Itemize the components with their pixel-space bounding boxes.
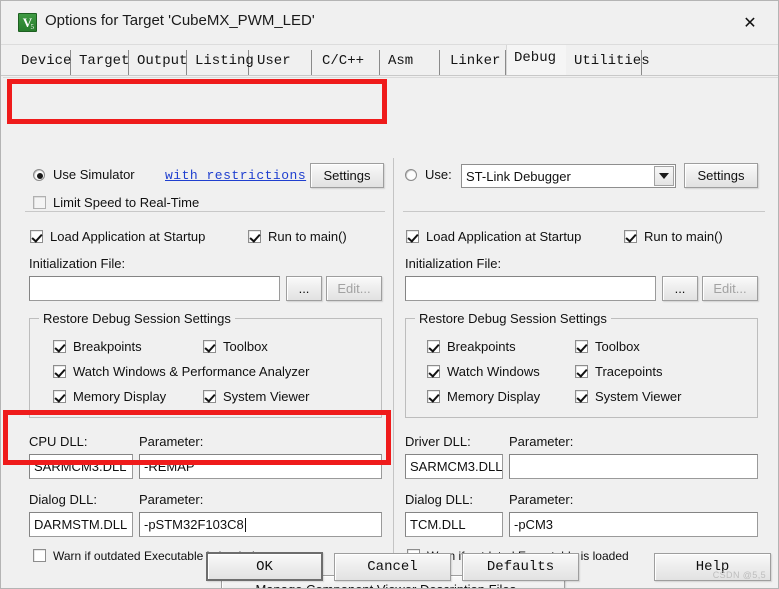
tab-c-cpp[interactable]: C/C++ [312, 50, 380, 75]
left-run-to-main-label: Run to main() [268, 229, 347, 244]
debug-tab-content: Use Simulator with restrictions Settings… [3, 77, 778, 588]
right-run-to-main-label: Run to main() [644, 229, 723, 244]
tab-debug[interactable]: Debug [506, 45, 566, 76]
cancel-button[interactable]: Cancel [334, 553, 451, 581]
limit-speed-checkbox[interactable] [33, 196, 46, 209]
right-toolbox-label: Toolbox [595, 339, 640, 354]
close-icon[interactable]: ✕ [728, 7, 772, 37]
tab-listing[interactable]: Listing [187, 50, 254, 75]
left-dialog-parameter-input[interactable]: -pSTM32F103C8 [139, 512, 382, 537]
tab-output[interactable]: Output [129, 50, 187, 75]
tab-utilities[interactable]: Utilities [566, 50, 650, 75]
right-dialog-parameter-label: Parameter: [509, 492, 574, 507]
tab-device[interactable]: Device [13, 50, 71, 75]
left-watch-windows-checkbox[interactable] [53, 365, 66, 378]
right-breakpoints-label: Breakpoints [447, 339, 516, 354]
left-dialog-parameter-label: Parameter: [139, 492, 204, 507]
use-debugger-radio[interactable] [405, 169, 417, 181]
right-edit-button[interactable]: Edit... [702, 276, 758, 301]
left-memory-display-label: Memory Display [73, 389, 167, 404]
driver-dll-label: Driver DLL: [405, 434, 471, 449]
right-run-to-main-checkbox[interactable] [624, 230, 637, 243]
right-tracepoints-checkbox[interactable] [575, 365, 588, 378]
right-watch-windows-checkbox[interactable] [427, 365, 440, 378]
title-bar: V 5 Options for Target 'CubeMX_PWM_LED' … [1, 1, 778, 45]
chevron-down-icon[interactable] [654, 166, 674, 186]
left-edit-button[interactable]: Edit... [326, 276, 382, 301]
right-system-viewer-checkbox[interactable] [575, 390, 588, 403]
left-breakpoints-label: Breakpoints [73, 339, 142, 354]
left-breakpoints-checkbox[interactable] [53, 340, 66, 353]
right-toolbox-checkbox[interactable] [575, 340, 588, 353]
right-initialization-file-input[interactable] [405, 276, 656, 301]
right-restore-group-title: Restore Debug Session Settings [415, 311, 611, 326]
left-dialog-dll-label: Dialog DLL: [29, 492, 97, 507]
uvision-app-icon: V 5 [18, 13, 37, 32]
left-load-application-checkbox[interactable] [30, 230, 43, 243]
left-warn-outdated-checkbox[interactable] [33, 549, 46, 562]
with-restrictions-link[interactable]: with restrictions [165, 168, 306, 183]
left-dialog-dll-input[interactable]: DARMSTM.DLL [29, 512, 133, 537]
right-memory-display-label: Memory Display [447, 389, 541, 404]
right-dialog-dll-input[interactable]: TCM.DLL [405, 512, 503, 537]
left-system-viewer-checkbox[interactable] [203, 390, 216, 403]
tab-target[interactable]: Target [71, 50, 129, 75]
left-restore-group-title: Restore Debug Session Settings [39, 311, 235, 326]
ok-button[interactable]: OK [206, 552, 323, 581]
cpu-parameter-input[interactable]: -REMAP [139, 454, 382, 479]
right-system-viewer-label: System Viewer [595, 389, 682, 404]
cpu-parameter-label: Parameter: [139, 434, 204, 449]
csdn-watermark: CSDN @5,5 [712, 570, 766, 580]
debugger-settings-button[interactable]: Settings [684, 163, 758, 188]
tab-linker[interactable]: Linker [440, 50, 506, 75]
right-load-application-checkbox[interactable] [406, 230, 419, 243]
limit-speed-label: Limit Speed to Real-Time [53, 195, 200, 210]
left-load-application-label: Load Application at Startup [50, 229, 206, 244]
right-breakpoints-checkbox[interactable] [427, 340, 440, 353]
use-debugger-label: Use: [425, 167, 452, 182]
tab-asm[interactable]: Asm [380, 50, 440, 75]
tab-strip: Device Target Output Listing User C/C++ … [1, 45, 778, 76]
right-tracepoints-label: Tracepoints [595, 364, 663, 379]
right-dialog-dll-label: Dialog DLL: [405, 492, 473, 507]
options-for-target-dialog: V 5 Options for Target 'CubeMX_PWM_LED' … [0, 0, 779, 589]
left-section-divider [25, 211, 385, 212]
left-watch-windows-label: Watch Windows & Performance Analyzer [73, 364, 310, 379]
cpu-dll-label: CPU DLL: [29, 434, 88, 449]
tab-user[interactable]: User [249, 50, 312, 75]
panel-divider [393, 158, 394, 568]
driver-parameter-input[interactable] [509, 454, 758, 479]
driver-dll-input[interactable]: SARMCM3.DLL [405, 454, 503, 479]
cpu-dll-input[interactable]: SARMCM3.DLL [29, 454, 133, 479]
right-initialization-file-label: Initialization File: [405, 256, 502, 271]
left-memory-display-checkbox[interactable] [53, 390, 66, 403]
right-load-application-label: Load Application at Startup [426, 229, 582, 244]
right-memory-display-checkbox[interactable] [427, 390, 440, 403]
left-run-to-main-checkbox[interactable] [248, 230, 261, 243]
driver-parameter-label: Parameter: [509, 434, 574, 449]
right-browse-button[interactable]: ... [662, 276, 698, 301]
page-title: Options for Target 'CubeMX_PWM_LED' [45, 12, 315, 29]
debugger-select[interactable]: ST-Link Debugger [461, 164, 676, 188]
simulator-settings-button[interactable]: Settings [310, 163, 384, 188]
left-system-viewer-label: System Viewer [223, 389, 310, 404]
right-dialog-parameter-input[interactable]: -pCM3 [509, 512, 758, 537]
left-toolbox-label: Toolbox [223, 339, 268, 354]
defaults-button[interactable]: Defaults [462, 553, 579, 581]
tab-baseline [1, 75, 778, 76]
use-simulator-radio[interactable] [33, 169, 45, 181]
left-initialization-file-label: Initialization File: [29, 256, 126, 271]
uvision-icon-subglyph: 5 [30, 23, 35, 31]
right-section-divider [403, 211, 765, 212]
left-browse-button[interactable]: ... [286, 276, 322, 301]
left-initialization-file-input[interactable] [29, 276, 280, 301]
use-simulator-label: Use Simulator [53, 167, 135, 182]
right-watch-windows-label: Watch Windows [447, 364, 540, 379]
left-toolbox-checkbox[interactable] [203, 340, 216, 353]
